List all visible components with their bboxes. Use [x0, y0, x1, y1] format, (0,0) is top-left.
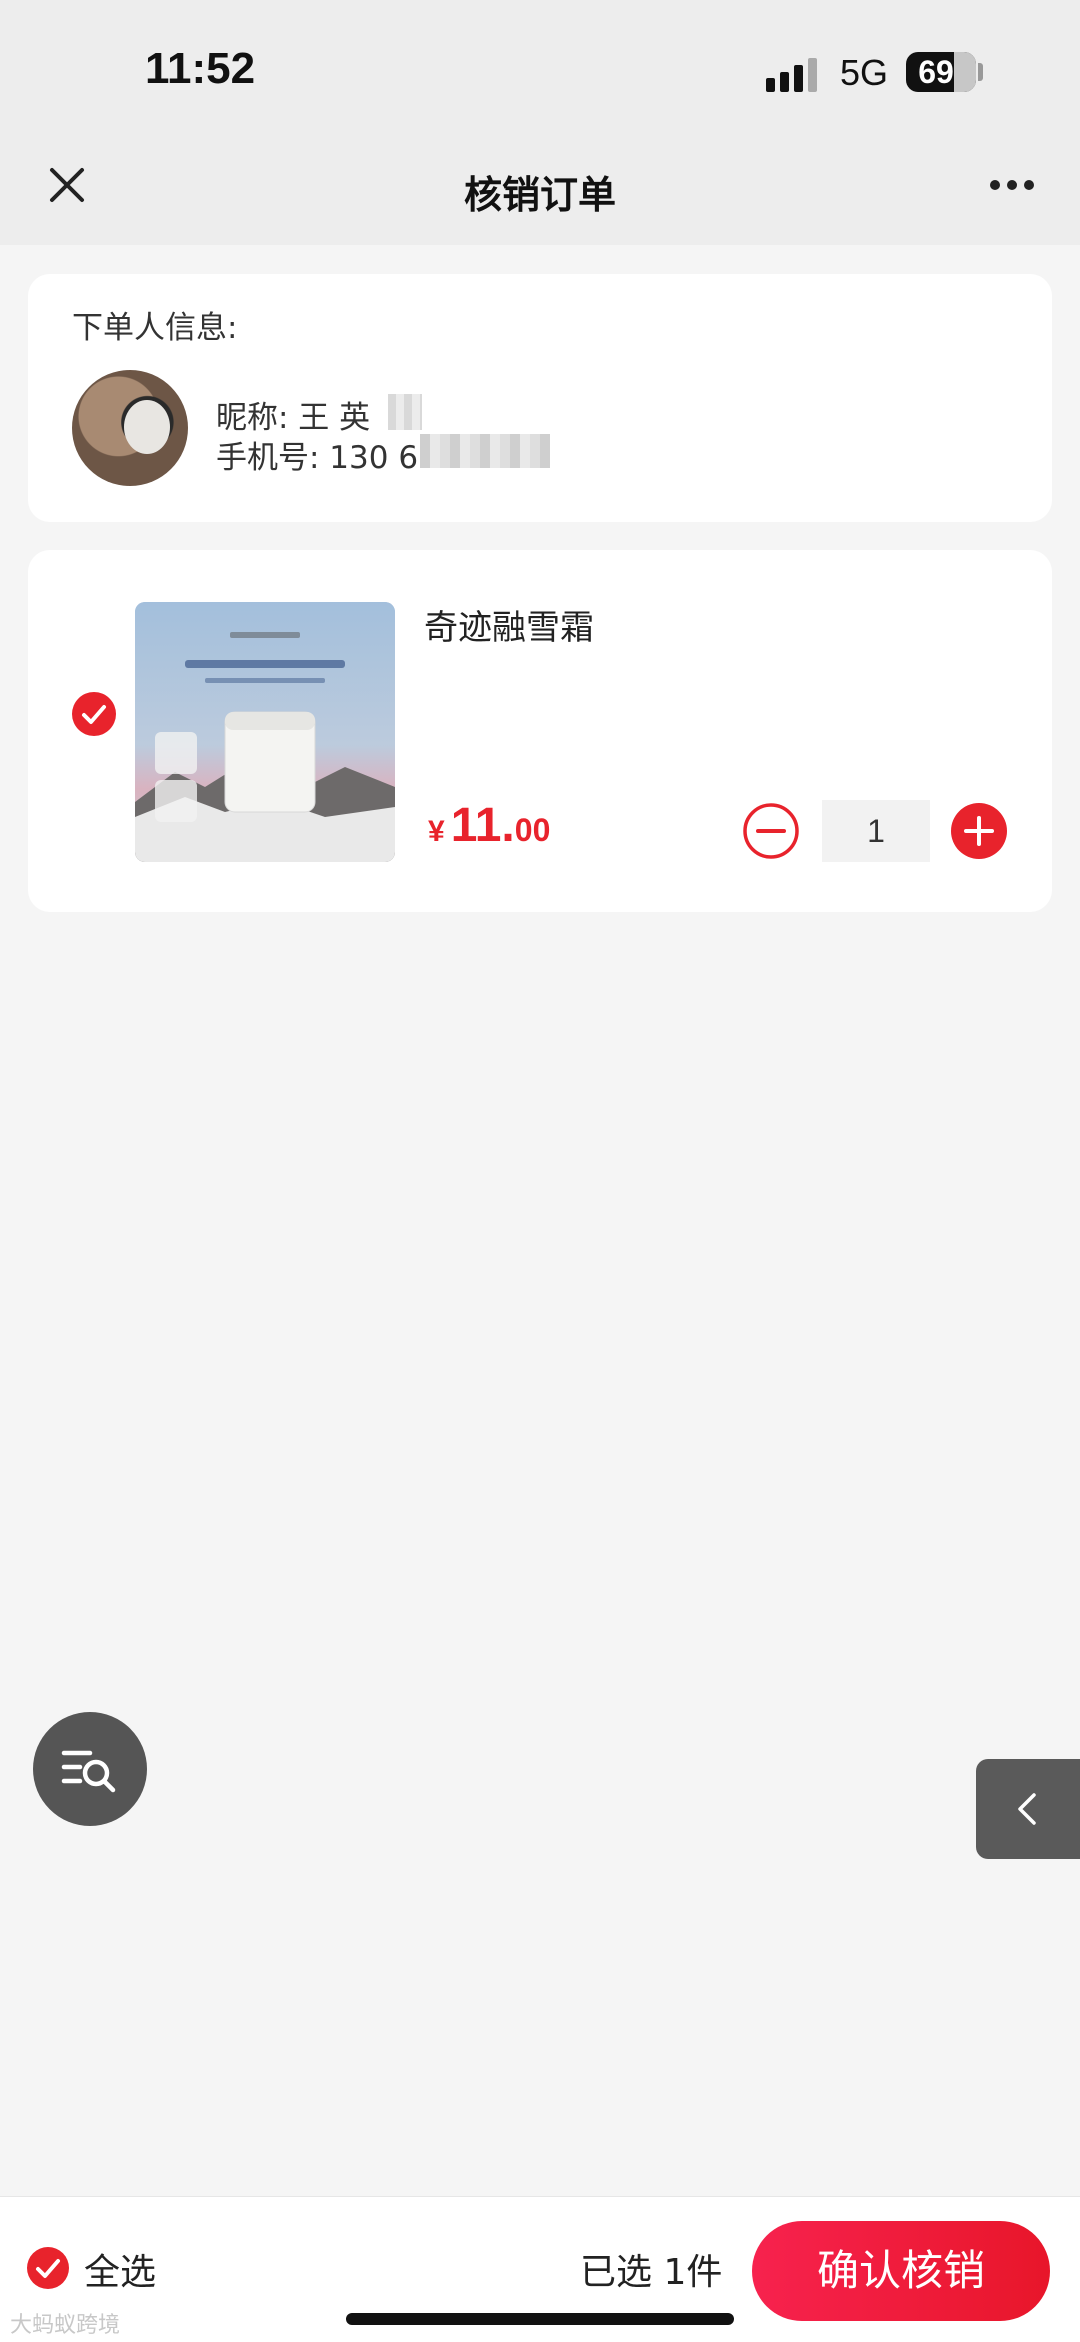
- product-card: 奇迹融雪霜 ¥11.00 1: [28, 550, 1052, 912]
- home-indicator: [346, 2313, 734, 2325]
- chevron-left-icon: [1018, 1793, 1036, 1825]
- battery-tip: [978, 63, 983, 81]
- page-title: 核销订单: [463, 173, 616, 217]
- quantity-input[interactable]: 1: [822, 800, 930, 862]
- more-icon[interactable]: [985, 165, 1045, 205]
- nav-bar: 核销订单: [0, 140, 1080, 245]
- buyer-phone: 手机号: 130 6: [216, 440, 419, 476]
- bottom-action-bar: 全选 已选 1件 确认核销 大蚂蚁跨境: [0, 2196, 1080, 2342]
- buyer-info-card: 下单人信息: 昵称: 王 英 手机号: 130 6: [28, 274, 1052, 522]
- product-name: 奇迹融雪霜: [424, 608, 594, 648]
- selected-count: 已选 1件: [580, 2252, 723, 2293]
- phone-mosaic: [420, 434, 550, 468]
- side-expand-tab[interactable]: [976, 1759, 1080, 1859]
- battery-level: 69: [918, 54, 954, 90]
- battery-icon: 69: [906, 52, 976, 92]
- price-decimal: 00: [514, 812, 551, 848]
- buyer-nickname: 昵称: 王 英: [216, 400, 371, 436]
- signal-icon: [766, 56, 820, 92]
- watermark: 大蚂蚁跨境: [10, 2313, 121, 2338]
- product-price: ¥11.00: [428, 798, 550, 853]
- status-time: 11:52: [145, 44, 256, 93]
- product-image[interactable]: [135, 602, 395, 862]
- avatar: [72, 370, 188, 486]
- buyer-info-heading: 下单人信息:: [72, 310, 238, 346]
- select-all-label[interactable]: 全选: [84, 2243, 156, 2295]
- select-all-checkbox[interactable]: [27, 2247, 69, 2289]
- nickname-mosaic: [388, 394, 422, 430]
- item-checkbox[interactable]: [72, 692, 116, 736]
- status-bar: 11:52 5G 69: [0, 0, 1080, 140]
- search-list-button[interactable]: [33, 1712, 147, 1826]
- quantity-minus-button[interactable]: [742, 802, 800, 860]
- network-label: 5G: [840, 52, 889, 93]
- search-list-icon: [61, 1750, 116, 1793]
- confirm-verify-button[interactable]: 确认核销: [752, 2221, 1050, 2321]
- price-symbol: ¥: [428, 815, 445, 848]
- price-integer: 11.: [450, 799, 515, 852]
- quantity-plus-button[interactable]: [950, 802, 1008, 860]
